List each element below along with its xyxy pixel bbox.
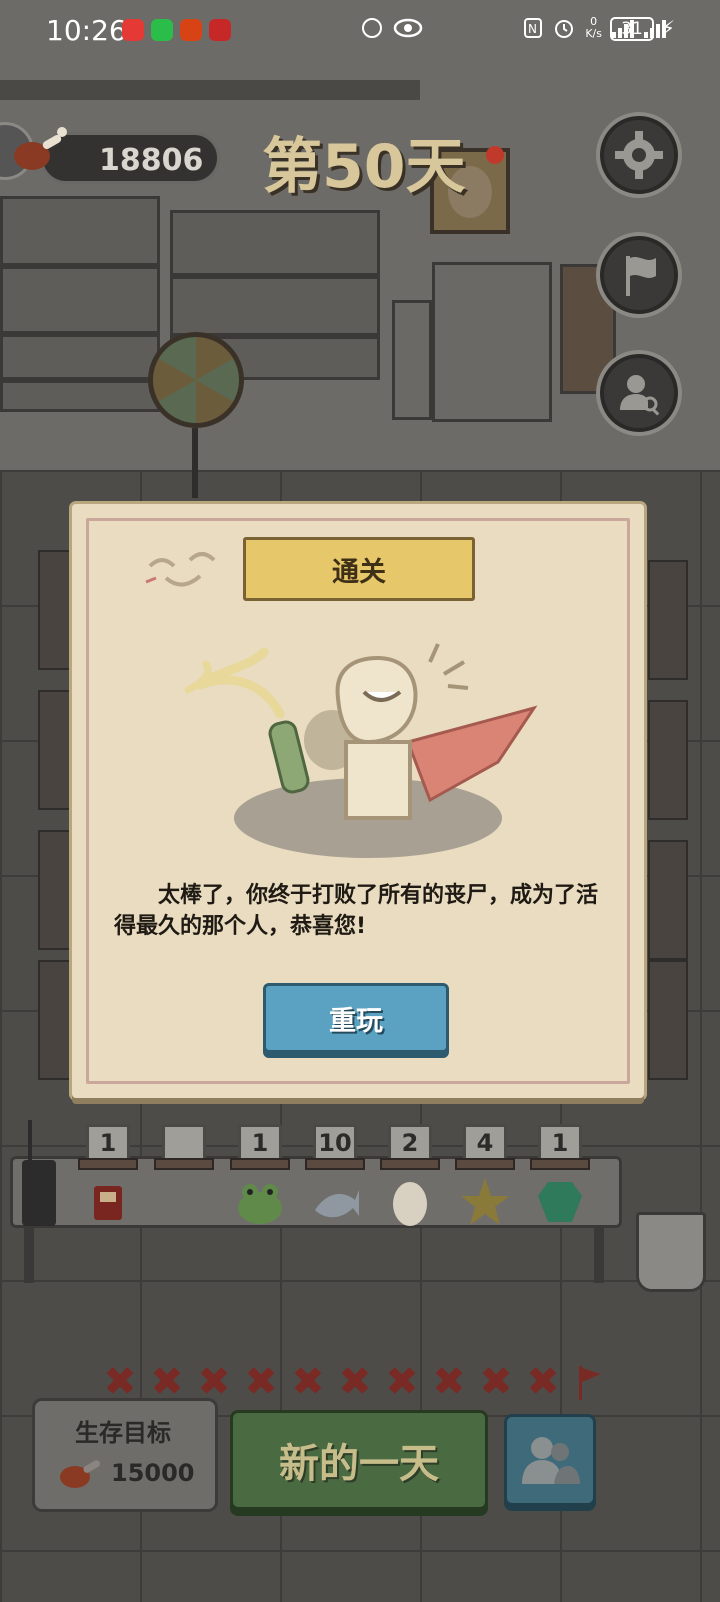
day-title: 第50天 [262,132,466,202]
app-notification-icon [122,19,144,41]
right-seat-4 [648,960,688,1080]
right-seat-3 [648,840,688,960]
new-day-button[interactable]: 新的一天 [230,1410,488,1510]
survivors-button[interactable] [504,1414,596,1506]
app-notification-icon [180,19,202,41]
day-cross-mark: ✖ [526,1359,560,1405]
charging-icon: ⚡ [661,16,676,40]
egg-icon [393,1182,427,1226]
survival-goal-panel: 生存目标 15000 [32,1398,218,1512]
item-slot [305,1158,365,1170]
frog-icon [238,1184,282,1224]
walkie-talkie-box-icon [94,1186,122,1220]
wheel-stand [192,428,198,498]
item-slot [530,1158,590,1170]
day-cross-mark: ✖ [291,1359,325,1405]
day-cross-mark: ✖ [150,1359,184,1405]
bucket [636,1212,706,1292]
meat-count: 18806 [99,143,204,178]
walkie-talkie-icon [22,1120,56,1226]
wall-band [0,80,420,100]
find-person-button[interactable] [596,350,682,436]
battery-level: 31 [610,17,654,41]
notification-dot [486,146,504,164]
goal-value: 15000 [111,1459,195,1487]
svg-text:N: N [528,22,537,36]
item-count [162,1124,206,1162]
day-cross-mark: ✖ [338,1359,372,1405]
meat-icon [14,127,67,170]
item-slot [455,1158,515,1170]
item-count: 10 [313,1124,357,1162]
network-speed: 0 K/s [585,15,602,40]
app-notification-icon [209,19,231,41]
level-complete-dialog: 通关 太棒了，你终于打败了所有的丧尸，成为了活得最久的那个人，恭喜您! 重玩 [72,504,644,1098]
item-slot [230,1158,290,1170]
goal-label: 生存目标 [75,1419,171,1447]
settings-gear-icon [615,131,663,179]
status-bar: 10:26 N 0 K/s 31 ⚡ [0,0,720,62]
day-cross-mark: ✖ [479,1359,513,1405]
settings-button[interactable] [596,112,682,198]
status-time: 10:26 [46,14,127,47]
dialog-title: 通关 [332,556,386,588]
wechat-icon [151,19,173,41]
item-slot [380,1158,440,1170]
replay-button-label: 重玩 [329,1005,383,1037]
meat-icon [60,1460,101,1488]
item-slot [78,1158,138,1170]
celebration-illustration [184,643,538,858]
day-cross-mark: ✖ [385,1359,419,1405]
item-slot [154,1158,214,1170]
table-leg [24,1228,34,1283]
item-count: 1 [538,1124,582,1162]
flag-button[interactable] [596,232,682,318]
happy-face-icon [145,552,216,587]
right-seat-1 [648,560,688,680]
person-search-icon [620,375,660,416]
nfc-icon: N [524,18,543,38]
locker [392,300,432,420]
replay-button[interactable]: 重玩 [263,983,449,1053]
star-icon [461,1178,509,1225]
new-day-button-label: 新的一天 [279,1441,439,1487]
notification-icons [122,19,231,41]
medical-cabinet [432,262,552,422]
item-count: 4 [463,1124,507,1162]
dialog-message: 太棒了，你终于打败了所有的丧尸，成为了活得最久的那个人，恭喜您! [114,883,599,939]
eye-icon [394,18,423,38]
item-count: 1 [238,1124,282,1162]
people-icon [522,1437,580,1484]
table-leg [594,1228,604,1283]
alarm-icon [555,20,574,38]
goal-flag-icon [579,1366,601,1400]
day-progress-marks: ✖ ✖ ✖ ✖ ✖ ✖ ✖ ✖ ✖ ✖ [100,1362,563,1402]
flag-icon [626,256,656,296]
day-cross-mark: ✖ [103,1359,137,1405]
item-count: 1 [86,1124,130,1162]
day-cross-mark: ✖ [244,1359,278,1405]
day-cross-mark: ✖ [432,1359,466,1405]
title-banner: 通关 [243,537,475,601]
left-shelf [0,196,160,412]
emerald-icon [538,1182,582,1222]
fish-icon [315,1190,359,1218]
location-icon [362,18,383,38]
prize-wheel [148,332,244,428]
right-seat-2 [648,700,688,820]
item-count: 2 [388,1124,432,1162]
day-cross-mark: ✖ [197,1359,231,1405]
